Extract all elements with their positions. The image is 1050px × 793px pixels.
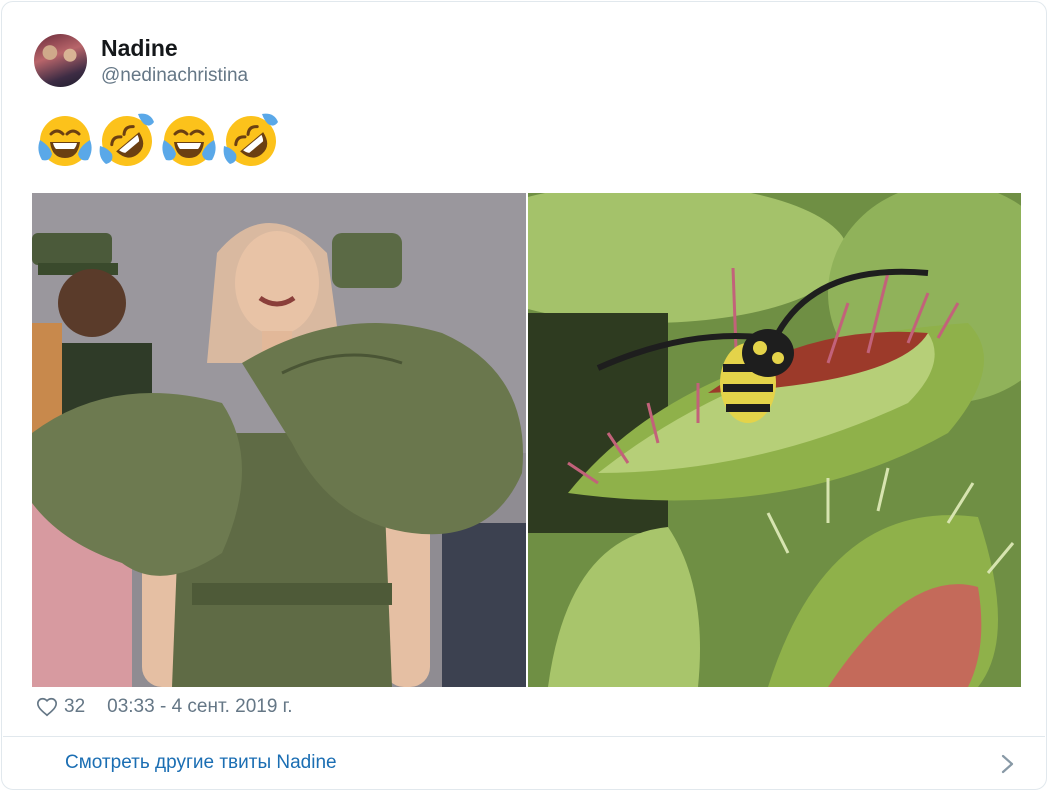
- author-block: Nadine @nedinachristina: [101, 35, 248, 89]
- tweet-media: [32, 193, 1021, 687]
- tweet-photo-dress[interactable]: [32, 193, 526, 687]
- more-tweets-link[interactable]: Смотреть другие твиты Nadine: [65, 752, 337, 774]
- rolling-on-the-floor-laughing-icon: [99, 113, 154, 166]
- heart-icon[interactable]: [36, 696, 58, 718]
- face-with-tears-of-joy-icon: [38, 116, 92, 166]
- face-with-tears-of-joy-icon: [162, 116, 216, 166]
- footer-divider: [3, 736, 1045, 737]
- chevron-right-icon[interactable]: [998, 753, 1016, 775]
- tweet-text: [36, 112, 280, 174]
- tweet-meta: 32 03:33 - 4 сент. 2019 г.: [36, 694, 293, 720]
- tweet-photo-flytrap[interactable]: [528, 193, 1021, 687]
- author-avatar[interactable]: [34, 34, 87, 87]
- tweet-timestamp[interactable]: 03:33 - 4 сент. 2019 г.: [107, 696, 292, 718]
- tweet-card: Nadine @nedinachristina 32 03:33 - 4 сен…: [1, 1, 1047, 790]
- like-count[interactable]: 32: [64, 696, 85, 718]
- rolling-on-the-floor-laughing-icon: [223, 113, 278, 166]
- author-name[interactable]: Nadine: [101, 35, 248, 62]
- author-handle[interactable]: @nedinachristina: [101, 63, 248, 89]
